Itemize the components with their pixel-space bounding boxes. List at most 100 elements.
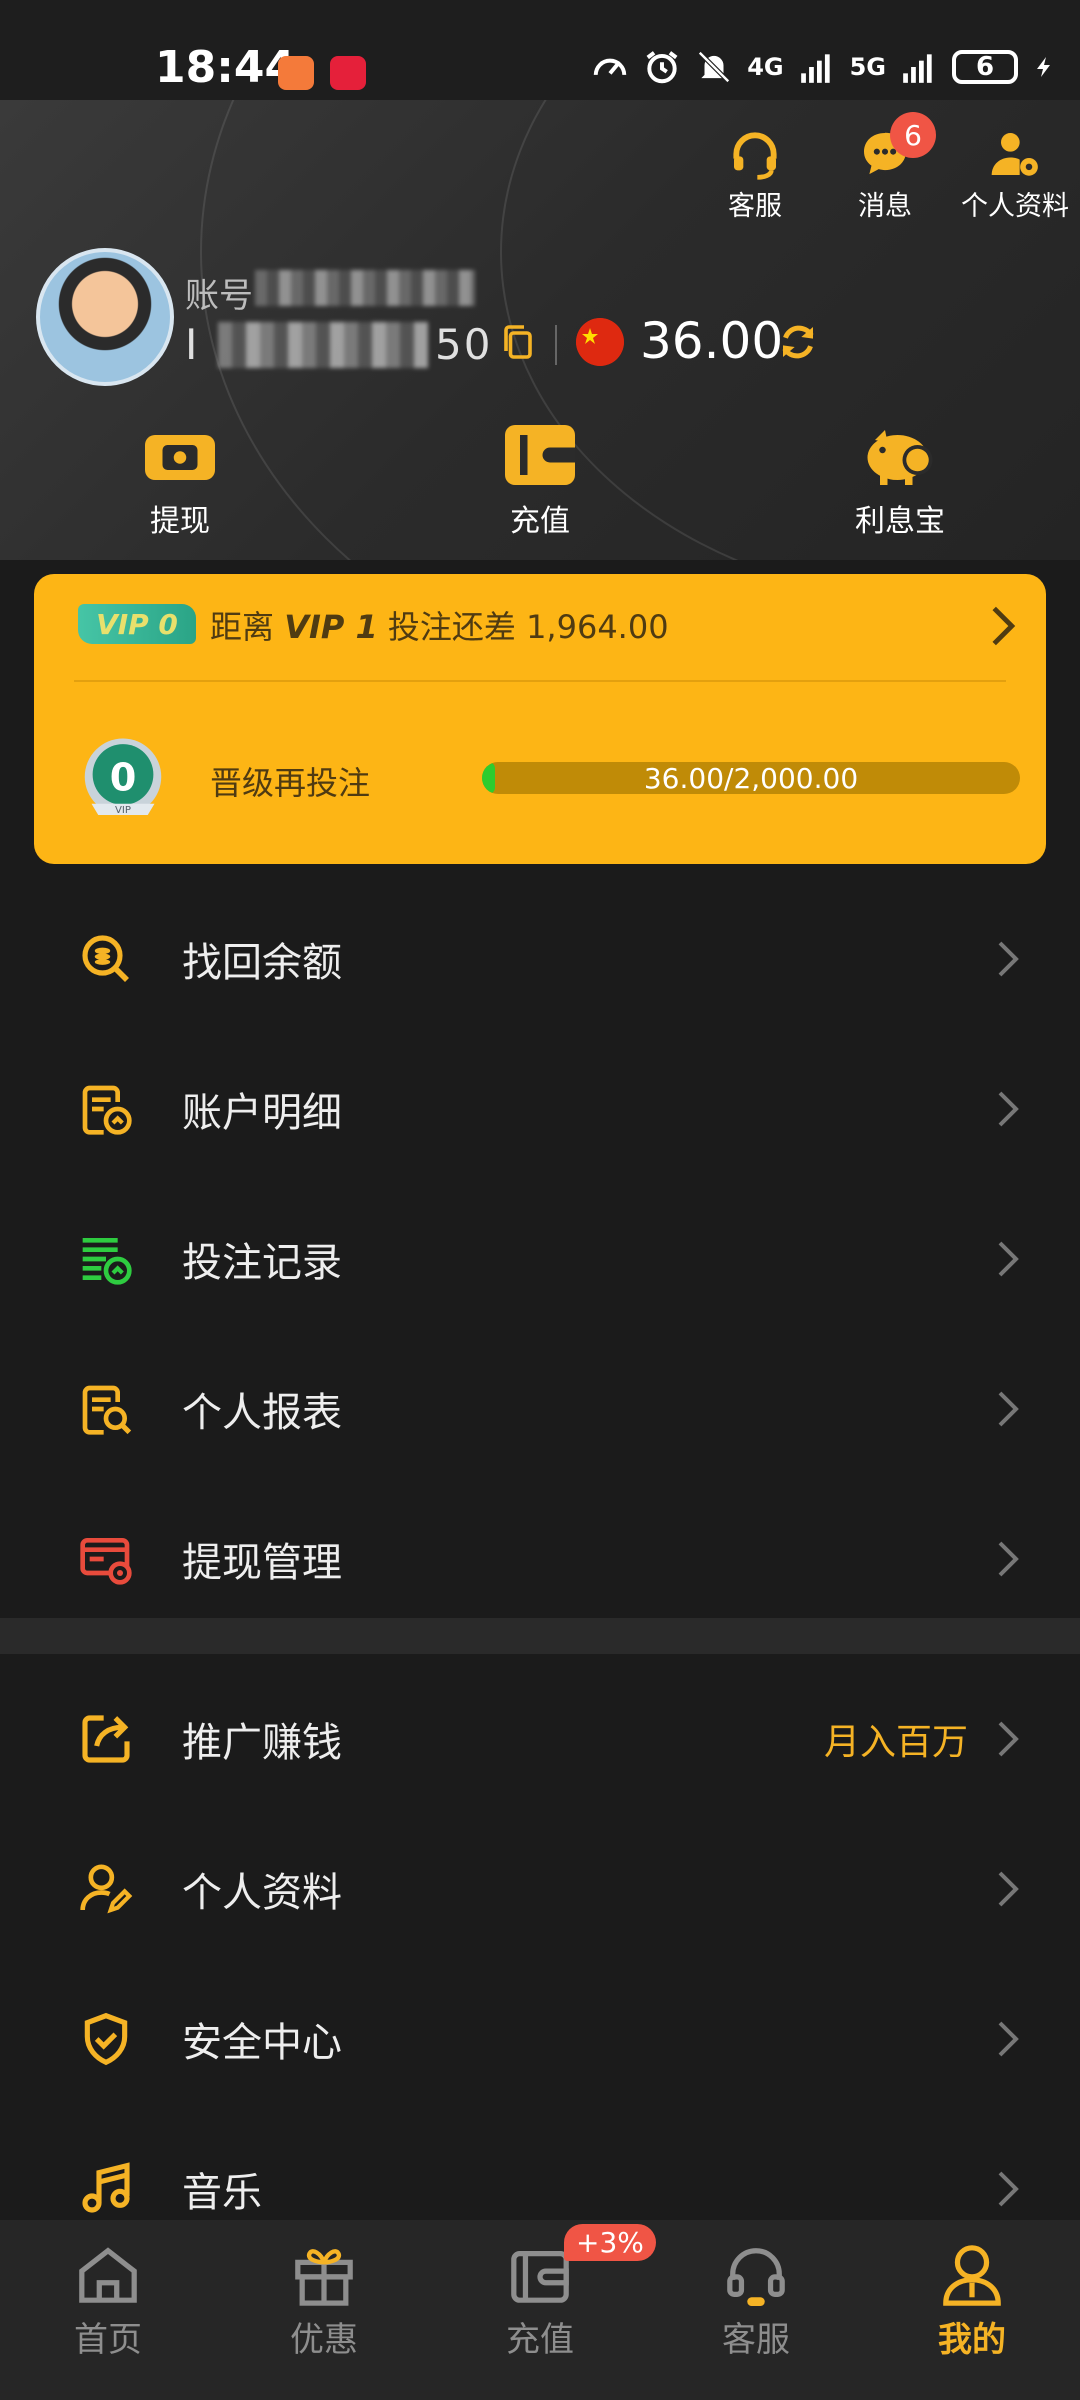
china-flag-icon (576, 318, 624, 366)
interest-treasure-button[interactable]: 利息宝 (800, 420, 1000, 540)
profile-settings-icon (991, 133, 1038, 176)
divider (555, 325, 557, 365)
menu-item-label: 找回余额 (182, 940, 342, 986)
account-id-prefix: I (185, 320, 200, 369)
report-search-icon (82, 1385, 132, 1435)
chevron-right-icon (998, 941, 1019, 977)
nav-label: 优惠 (290, 2320, 358, 2360)
user-edit-icon (80, 1864, 133, 1914)
nav-promotions[interactable]: 优惠 (216, 2220, 432, 2400)
quick-action-label: 利息宝 (855, 504, 945, 539)
nav-deposit[interactable]: +3% 充值 (432, 2220, 656, 2400)
shield-check-icon (84, 2012, 128, 2066)
chevron-right-icon (998, 2171, 1019, 2207)
quick-action-label: 充值 (510, 504, 570, 539)
status-time: 18:44 (155, 42, 296, 93)
bottom-navigation: 首页 优惠 +3% 充值 客服 我的 (0, 2220, 1080, 2400)
withdraw-icon (145, 435, 215, 480)
header-profile[interactable]: 个人资料 (960, 126, 1070, 223)
header-action-label: 消息 (858, 191, 912, 222)
account-label: 账号 (185, 276, 253, 316)
search-coin-icon (82, 935, 129, 982)
menu-item-label: 安全中心 (182, 2020, 342, 2066)
menu-item-label: 个人资料 (182, 1870, 342, 1916)
wallet-icon (505, 425, 575, 485)
chevron-right-icon (998, 1871, 1019, 1907)
withdraw-button[interactable]: 提现 (80, 420, 280, 540)
menu-item-label: 推广赚钱 (182, 1720, 342, 1766)
menu-item-label: 投注记录 (182, 1240, 342, 1286)
section-divider (0, 1618, 1080, 1654)
headset-icon (727, 2248, 785, 2306)
svg-text:VIP: VIP (115, 805, 131, 816)
share-icon (82, 1715, 130, 1763)
vip-card[interactable]: VIP 0 距离 VIP 1 投注还差 1,964.00 0 VIP 晋级再投注… (34, 574, 1046, 864)
vip-distance-text: 距离 VIP 1 投注还差 1,964.00 (210, 608, 669, 646)
bet-record-icon (82, 1238, 132, 1285)
vip-upgrade-label: 晋级再投注 (210, 764, 371, 802)
menu-item-label: 账户明细 (182, 1090, 342, 1136)
header-customer-service[interactable]: 客服 (700, 126, 810, 223)
network-4g-label: 4G (747, 53, 784, 81)
person-icon (943, 2245, 1001, 2306)
vip-progress-text: 36.00/2,000.00 (643, 762, 859, 794)
balance-amount: 36.00 (640, 312, 784, 370)
deposit-button[interactable]: 充值 (440, 420, 640, 540)
nav-home[interactable]: 首页 (0, 2220, 216, 2400)
chevron-right-icon (992, 606, 1016, 646)
headset-icon (733, 132, 777, 180)
menu-item-recover-balance[interactable]: 找回余额 (0, 884, 1080, 1034)
menu-item-account-details[interactable]: 账户明细 (0, 1034, 1080, 1184)
menu-item-withdraw-management[interactable]: 提现管理 (0, 1484, 1080, 1634)
menu-item-label: 提现管理 (182, 1540, 342, 1586)
home-icon (79, 2247, 137, 2303)
menu-item-personal-report[interactable]: 个人报表 (0, 1334, 1080, 1484)
message-count-badge: 6 (890, 112, 936, 158)
quick-action-label: 提现 (150, 504, 210, 539)
nav-label: 充值 (506, 2320, 574, 2360)
chevron-right-icon (998, 2021, 1019, 2057)
menu-item-security-center[interactable]: 安全中心 (0, 1964, 1080, 2114)
network-5g-label: 5G (849, 53, 886, 81)
menu-item-label: 音乐 (182, 2170, 262, 2216)
vip-level-tag: VIP 0 (78, 604, 196, 644)
alarm-icon (646, 51, 678, 84)
speed-icon (593, 58, 627, 76)
signal-icon (800, 54, 830, 83)
header-actions: 客服 6 消息 个人资料 (700, 112, 1070, 223)
menu-item-bet-records[interactable]: 投注记录 (0, 1184, 1080, 1334)
nav-label: 客服 (722, 2320, 790, 2360)
deposit-bonus-badge: +3% (564, 2224, 656, 2261)
menu-item-label: 个人报表 (182, 1390, 342, 1436)
copy-icon[interactable] (500, 322, 536, 362)
charging-icon (1037, 57, 1050, 77)
vip-next-level: VIP 1 (284, 608, 378, 646)
vip-progress-bar: 36.00/2,000.00 (482, 762, 1020, 794)
nav-label: 首页 (74, 2320, 142, 2360)
nav-customer-service[interactable]: 客服 (648, 2220, 864, 2400)
menu-item-promote-earn[interactable]: 推广赚钱 月入百万 (0, 1664, 1080, 1814)
chevron-right-icon (998, 1541, 1019, 1577)
menu-group-1: 找回余额 账户明细 投注记录 个人报表 提现管理 (0, 884, 1080, 1634)
status-bar: 18:44 4G 5G 6 (0, 0, 1080, 100)
piggy-bank-icon (867, 430, 933, 485)
account-details-icon (82, 1085, 132, 1135)
chevron-right-icon (998, 1241, 1019, 1277)
avatar[interactable] (36, 248, 174, 386)
account-header: 客服 6 消息 个人资料 账号 I 50 36.00 提现 充值 利息宝 (0, 100, 1080, 560)
chevron-right-icon (998, 1391, 1019, 1427)
nav-mine[interactable]: 我的 (864, 2220, 1080, 2400)
status-icons: 4G 5G 6 (591, 48, 1056, 86)
header-messages[interactable]: 6 消息 (830, 112, 940, 223)
chevron-right-icon (998, 1091, 1019, 1127)
vip-medal-icon: 0 VIP (84, 738, 162, 816)
nav-label: 我的 (938, 2320, 1006, 2360)
health-app-icon (278, 56, 314, 90)
account-name-redacted (255, 270, 475, 306)
signal-icon-2 (903, 54, 932, 83)
menu-group-2: 推广赚钱 月入百万 个人资料 安全中心 音乐 (0, 1664, 1080, 2264)
menu-item-profile[interactable]: 个人资料 (0, 1814, 1080, 1964)
account-id-redacted (218, 322, 428, 368)
battery-indicator: 6 (952, 50, 1018, 84)
refresh-icon[interactable] (778, 322, 818, 362)
